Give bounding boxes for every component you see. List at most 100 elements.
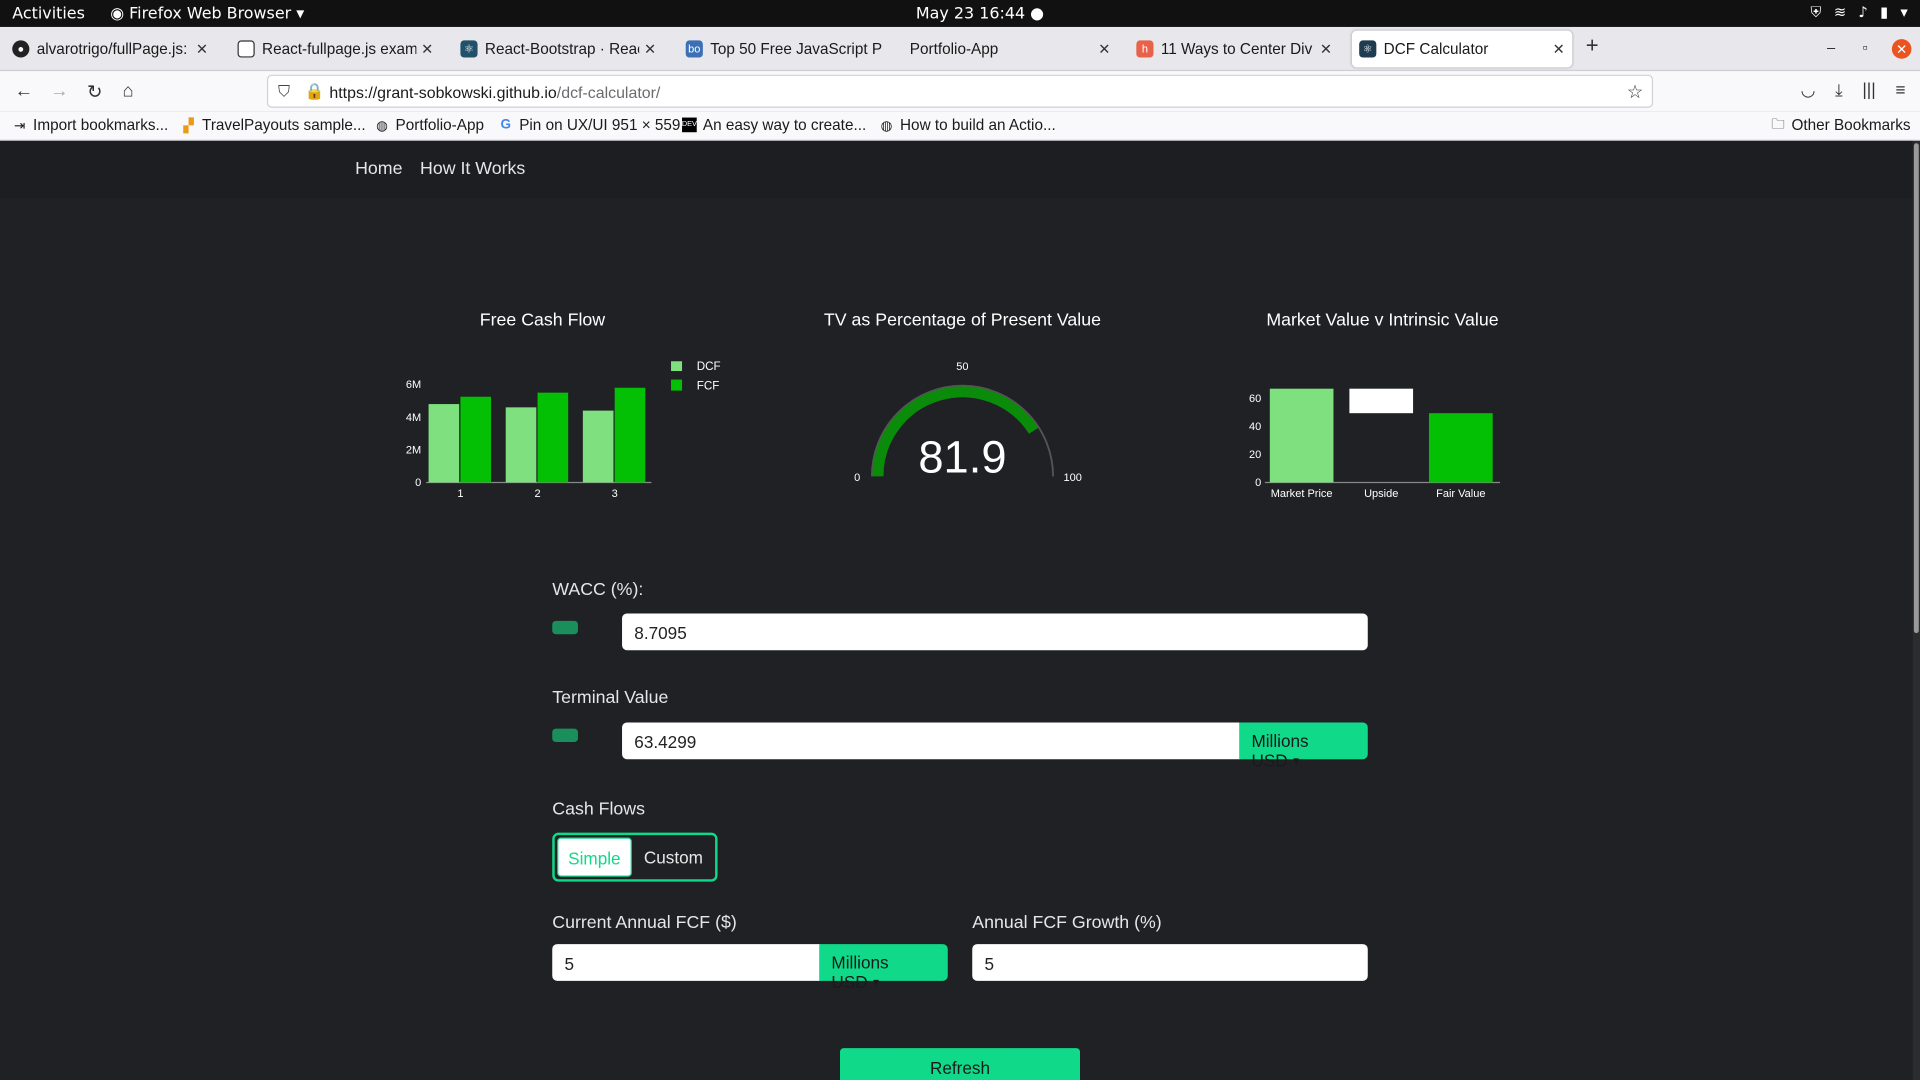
bookmark-star-icon[interactable]: ☆ — [1627, 81, 1643, 103]
bookmark-travelpayouts[interactable]: ▞ TravelPayouts sample... — [181, 116, 365, 133]
globe-icon: ◍ — [880, 118, 893, 133]
page-scrollbar[interactable] — [1912, 140, 1920, 1080]
shield-icon: ⛨ — [1810, 3, 1822, 21]
tab-fullpage-github[interactable]: ● alvarotrigo/fullPage.js: fu ✕ — [5, 31, 216, 68]
tab-dcf-calculator[interactable]: ⚛ DCF Calculator ✕ — [1351, 30, 1573, 68]
close-icon[interactable]: ✕ — [1553, 40, 1565, 57]
simple-option-button[interactable]: Simple — [557, 837, 632, 877]
custom-option-button[interactable]: Custom — [634, 838, 713, 877]
pocket-icon[interactable]: ◡ — [1801, 80, 1816, 101]
fcf-unit-dropdown[interactable]: Millions USD ▼ — [819, 944, 948, 992]
tab-title: alvarotrigo/fullPage.js: fu — [36, 40, 191, 58]
maximize-button[interactable]: ▫ — [1862, 39, 1867, 56]
reload-icon[interactable]: ↻ — [87, 81, 102, 103]
close-icon[interactable]: ✕ — [421, 40, 433, 57]
scrollbar-thumb[interactable] — [1913, 143, 1919, 634]
bookmark-action[interactable]: ◍ How to build an Actio... — [879, 116, 1056, 133]
app-menu-label: Firefox Web Browser — [129, 4, 292, 24]
back-arrow-icon[interactable]: ← — [15, 81, 33, 102]
bookmark-portfolio[interactable]: ◍ Portfolio-App — [375, 116, 484, 133]
tab-top-50-js[interactable]: bo Top 50 Free JavaScript Pl — [678, 31, 889, 68]
current-fcf-input[interactable]: 5 — [552, 944, 821, 981]
bookmark-label: Portfolio-App — [395, 116, 485, 134]
library-icon[interactable]: ||| — [1862, 80, 1875, 101]
legend-label: DCF — [697, 361, 721, 373]
new-tab-button[interactable]: + — [1586, 33, 1599, 59]
bookmark-pin-uxui[interactable]: G Pin on UX/UI 951 × 559 — [498, 116, 680, 133]
github-icon: ● — [12, 40, 30, 58]
firefox-icon: ◉ — [110, 4, 130, 24]
folder-icon: 🗀 — [1771, 116, 1785, 132]
tab-react-fullpage[interactable]: React-fullpage.js example ✕ — [230, 31, 441, 68]
forward-arrow-icon[interactable]: → — [50, 81, 68, 102]
current-fcf-label: Current Annual FCF ($) — [552, 913, 737, 934]
y-tick-label: 6M — [406, 379, 421, 391]
download-icon[interactable]: ⤓ — [1835, 80, 1843, 101]
tab-react-bootstrap[interactable]: ⚛ React-Bootstrap · React-B ✕ — [453, 31, 664, 68]
y-tick-label: 0 — [1255, 477, 1261, 489]
legend-swatch — [671, 379, 683, 391]
close-icon[interactable]: ✕ — [644, 40, 656, 57]
react-bootstrap-icon: ⚛ — [460, 40, 478, 58]
system-tray[interactable]: ⛨ ≋ ♪ ▮ ▾ — [1811, 4, 1908, 22]
react-icon: ⚛ — [1359, 40, 1377, 58]
wacc-slider-handle[interactable] — [552, 620, 578, 635]
tv-slider-handle[interactable] — [552, 728, 578, 743]
home-icon[interactable]: ⌂ — [122, 81, 133, 102]
url-bar[interactable]: ⛉ 🔒 https://grant-sobkowski.github.io/dc… — [266, 74, 1654, 108]
lock-icon: 🔒 — [304, 82, 325, 101]
tab-portfolio-app[interactable]: Portfolio-App ✕ — [902, 31, 1118, 68]
site-navbar: Home How It Works — [0, 140, 1913, 199]
google-icon: G — [500, 117, 511, 133]
minimize-button[interactable]: – — [1827, 39, 1835, 56]
close-icon[interactable]: ✕ — [196, 40, 208, 57]
wacc-label: WACC (%): — [552, 580, 644, 601]
window-close-button[interactable]: ✕ — [1891, 39, 1912, 59]
tv-gauge-title: TV as Percentage of Present Value — [823, 311, 1101, 331]
bar-dcf — [582, 410, 614, 483]
close-icon[interactable]: ✕ — [1098, 40, 1110, 57]
bookmark-label: TravelPayouts sample... — [202, 116, 366, 134]
fcf-chart-title: Free Cash Flow — [479, 311, 606, 331]
tab-center-div[interactable]: h 11 Ways to Center Div or ✕ — [1129, 31, 1340, 68]
tab-title: Portfolio-App — [909, 40, 999, 58]
legend-swatch — [671, 361, 683, 372]
bookmark-label: Import bookmarks... — [33, 116, 169, 134]
nav-how-it-works-link[interactable]: How It Works — [420, 159, 525, 179]
nav-home-link[interactable]: Home — [355, 159, 402, 179]
fcf-bar-chart: 0 2M 4M 6M 1 2 3 DCF FCF — [406, 361, 721, 500]
caret-down-icon: ▼ — [871, 977, 882, 989]
gauge-mid-label: 50 — [956, 361, 968, 373]
screen: Activities ◉ Firefox Web Browser ▾ May 2… — [0, 0, 1920, 1080]
tv-unit-dropdown[interactable]: Millions USD ▼ — [1239, 722, 1368, 770]
menu-icon[interactable]: ≡ — [1895, 80, 1905, 101]
app-menu[interactable]: ◉ Firefox Web Browser ▾ — [110, 5, 304, 23]
hashnode-icon: h — [1136, 40, 1154, 58]
cash-flows-label: Cash Flows — [552, 799, 646, 820]
x-tick-label: 2 — [534, 488, 540, 500]
bookmark-import[interactable]: ⇥ Import bookmarks... — [12, 116, 168, 133]
os-top-bar: Activities ◉ Firefox Web Browser ▾ May 2… — [0, 0, 1920, 27]
fcf-growth-input[interactable]: 5 — [972, 944, 1368, 981]
bookmark-dev[interactable]: DEV An easy way to create... — [682, 116, 866, 133]
terminal-value-input[interactable]: 63.4299 — [622, 722, 1241, 760]
y-tick-label: 0 — [415, 477, 421, 489]
x-tick-label: 3 — [612, 488, 618, 500]
tab-strip: ● alvarotrigo/fullPage.js: fu ✕ React-fu… — [0, 26, 1920, 72]
bar-fcf — [460, 396, 492, 483]
y-tick-label: 4M — [406, 412, 421, 424]
tab-title: React-Bootstrap · React-B — [484, 40, 639, 58]
wifi-icon: ≋ — [1833, 3, 1847, 21]
tab-title: DCF Calculator — [1383, 40, 1489, 58]
volume-icon: ♪ — [1858, 3, 1868, 21]
activities-button[interactable]: Activities — [12, 5, 85, 23]
clock[interactable]: May 23 16:44 ● — [916, 5, 1044, 23]
close-icon[interactable]: ✕ — [1320, 40, 1332, 57]
bookmark-other[interactable]: 🗀 Other Bookmarks — [1771, 116, 1910, 133]
refresh-button[interactable]: Refresh — [840, 1048, 1081, 1080]
bookmark-label: Pin on UX/UI 951 × 559 — [519, 116, 681, 134]
wacc-input[interactable]: 8.7095 — [622, 613, 1368, 651]
x-tick-label: Upside — [1364, 488, 1398, 500]
legend-label: FCF — [697, 379, 720, 392]
x-tick-label: Fair Value — [1436, 488, 1485, 500]
